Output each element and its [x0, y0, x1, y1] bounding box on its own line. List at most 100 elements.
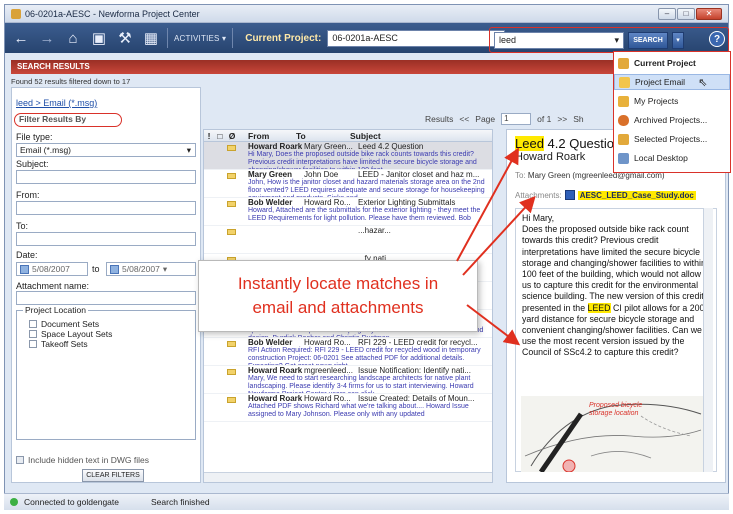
email-icon [227, 369, 236, 375]
menu-item-label: Project Email [635, 77, 686, 87]
next-page-button[interactable]: >> [557, 114, 567, 124]
chevron-down-icon: ▾ [186, 144, 191, 155]
connection-status: Connected to goldengate [24, 497, 119, 507]
clear-filters-button[interactable]: CLEAR FILTERS [82, 469, 144, 482]
row-to: Mary Green... [304, 142, 353, 151]
word-document-icon [564, 190, 575, 200]
checkbox[interactable] [29, 330, 37, 338]
row-subject: Leed 4.2 Question [358, 142, 424, 151]
date-to-picker[interactable]: 5/08/2007 ▾ [106, 262, 196, 276]
column-from[interactable]: From [238, 131, 296, 141]
location-takeoff-sets[interactable]: Takeoff Sets [29, 339, 195, 349]
column-subject[interactable]: Subject [350, 131, 381, 141]
to-field[interactable] [16, 232, 196, 246]
result-row[interactable]: Howard Roark Mary Green... Leed 4.2 Questi… [204, 142, 492, 170]
row-to: John Doe [304, 170, 339, 179]
page-count: of 1 [537, 114, 552, 124]
image-caption: Proposed bicycle storage location [589, 402, 643, 417]
location-document-sets[interactable]: Document Sets [29, 319, 195, 329]
my-projects-icon [618, 95, 629, 107]
subject-field[interactable] [16, 170, 196, 184]
menu-item-selected-projects[interactable]: Selected Projects... [614, 131, 730, 147]
chevron-down-icon: ▾ [162, 263, 168, 274]
column-attachment[interactable]: Ø [226, 131, 238, 141]
date-from-picker[interactable]: 5/08/2007 [16, 262, 88, 276]
project-icon [618, 57, 629, 69]
from-label: From: [16, 190, 40, 200]
menu-item-project-email[interactable]: Project Email ⇖ [614, 74, 730, 90]
breadcrumb[interactable]: leed > Email (*.msg) [16, 98, 97, 108]
row-preview: Howard, Attached are the submittals for … [248, 207, 481, 222]
current-project-select[interactable]: 06-0201a-AESC ▾ [327, 29, 506, 47]
email-icon [227, 229, 236, 235]
preview-scrollbar[interactable] [703, 208, 713, 472]
row-from: Mary Green [248, 170, 293, 179]
row-header: Howard Roark Howard Ro... Issue Created: D… [248, 394, 492, 403]
attachment-link[interactable]: AESC_LEED_Case_Study.doc [577, 190, 696, 200]
preview-attachments: Attachments: AESC_LEED_Case_Study.doc [515, 190, 696, 200]
activities-menu[interactable]: ACTIVITIES ▾ [174, 34, 226, 43]
email-icon [227, 341, 236, 347]
minimize-button[interactable]: – [658, 7, 676, 20]
chevron-down-icon[interactable]: ▾ [614, 35, 619, 46]
menu-item-current-project[interactable]: Current Project [614, 55, 730, 71]
forward-arrow-icon[interactable]: → [37, 28, 57, 48]
row-preview: John, How is the janitor closet and haza… [248, 179, 485, 197]
close-button[interactable]: ✕ [696, 7, 722, 20]
from-field[interactable] [16, 201, 196, 215]
attachments-label: Attachments: [515, 190, 562, 200]
result-row[interactable]: Mary Green John Doe LEED - Janitor closet … [204, 170, 492, 198]
calendar-icon [110, 264, 119, 274]
grid-view-icon[interactable]: ▦ [141, 28, 161, 48]
callout-line: email and attachments [252, 298, 424, 317]
app-icon [11, 8, 21, 19]
results-label: Results [425, 114, 454, 124]
prev-page-button[interactable]: << [459, 114, 469, 124]
menu-item-my-projects[interactable]: My Projects [614, 93, 730, 109]
menu-item-local-desktop[interactable]: Local Desktop [614, 150, 730, 166]
home-icon[interactable]: ⌂ [63, 28, 83, 48]
column-to[interactable]: To [296, 131, 350, 141]
row-preview: Mary, We need to start researching lands… [248, 375, 474, 393]
row-to: Howard Ro... [304, 198, 351, 207]
row-to: Howard Ro... [304, 338, 351, 347]
checkbox[interactable] [29, 340, 37, 348]
menu-item-archived-projects[interactable]: Archived Projects... [614, 112, 730, 128]
column-type[interactable]: □ [214, 131, 226, 141]
file-type-select[interactable]: Email (*.msg) ▾ [16, 143, 196, 157]
location-label: Document Sets [41, 319, 100, 329]
search-button[interactable]: SEARCH [628, 31, 668, 49]
results-count: Found 52 results filtered down to 17 [11, 77, 131, 86]
result-row[interactable]: Howard Roark Howard Ro... Issue Created: D… [204, 394, 492, 422]
row-header: Bob Welder Howard Ro... RFI 229 - LEED cre… [248, 338, 492, 347]
location-space-layout-sets[interactable]: Space Layout Sets [29, 329, 195, 339]
search-input[interactable]: leed ▾ [494, 31, 624, 49]
attachment-name-field[interactable] [16, 291, 196, 305]
checkbox[interactable] [16, 456, 24, 464]
status-bar: Connected to goldengate Search finished [4, 493, 729, 510]
subject-label: Subject: [16, 159, 49, 169]
tools-icon[interactable]: ⚒ [115, 28, 135, 48]
row-header: Bob Welder Howard Ro... Exterior Lighting … [248, 198, 492, 207]
result-row[interactable]: ...hazar... [204, 226, 492, 254]
row-to: Howard Ro... [304, 394, 351, 403]
email-icon [227, 145, 236, 151]
activities-label: ACTIVITIES [174, 33, 220, 43]
page-label: Page [475, 114, 496, 124]
horizontal-scrollbar[interactable] [204, 472, 492, 482]
maximize-button[interactable]: □ [677, 7, 695, 20]
result-row[interactable]: Bob Welder Howard Ro... Exterior Lighting … [204, 198, 492, 226]
page-number-input[interactable]: 1 [501, 113, 532, 125]
back-arrow-icon[interactable]: ← [11, 28, 31, 48]
pagination-bar: Results << Page 1 of 1 >> Sh [425, 113, 584, 125]
result-row[interactable]: Howard Roark mgreenleed... Issue Notificat… [204, 366, 492, 394]
computer-icon[interactable]: ▣ [89, 28, 109, 48]
email-icon [227, 201, 236, 207]
checkbox[interactable] [29, 320, 37, 328]
help-icon[interactable]: ? [709, 31, 725, 47]
result-row[interactable]: Bob Welder Howard Ro... RFI 229 - LEED cre… [204, 338, 492, 366]
column-importance[interactable]: ! [204, 131, 214, 141]
search-scope-dropdown-button[interactable]: ▾ [672, 31, 684, 49]
include-hidden-text-option[interactable]: Include hidden text in DWG files [16, 455, 149, 465]
window-controls: – □ ✕ [658, 7, 722, 20]
